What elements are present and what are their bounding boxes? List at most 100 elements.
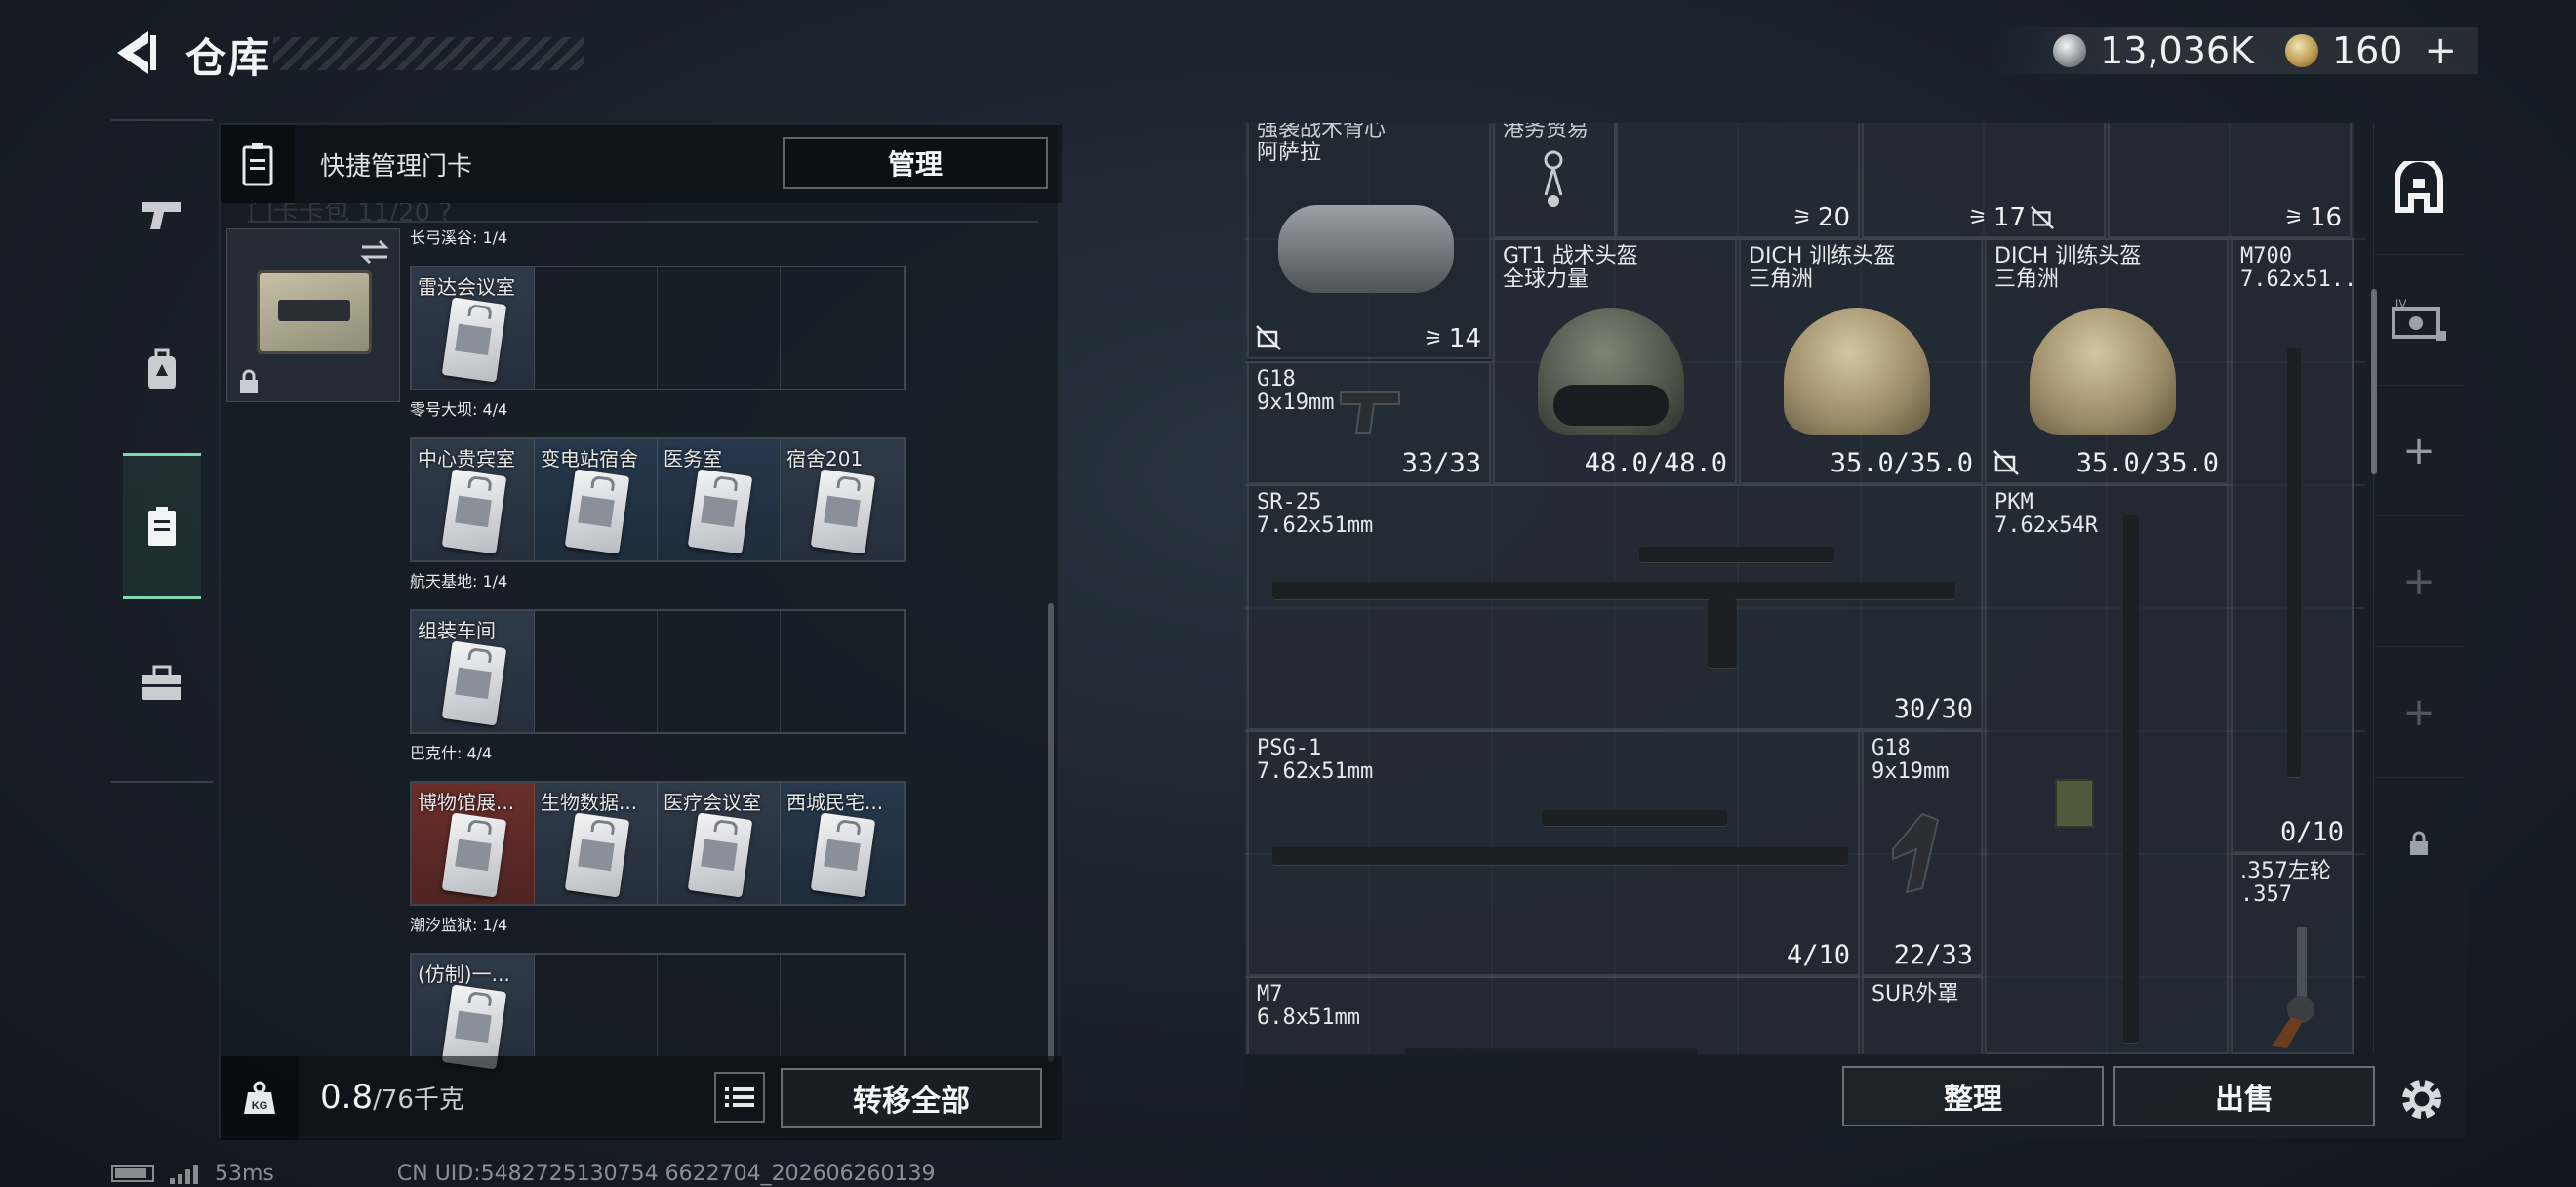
toolbox-icon xyxy=(142,665,181,700)
keycard-label: 西城民宅... xyxy=(786,791,884,814)
pistol-image xyxy=(1892,812,1940,894)
item-name: SR-25 xyxy=(1257,490,1322,514)
keycard-slot[interactable]: 宿舍201 xyxy=(781,439,904,560)
item-name: M7 xyxy=(1257,982,1283,1006)
keycard-slot-empty[interactable] xyxy=(658,611,781,732)
stash-item-psg1[interactable]: PSG-1 7.62x51mm 4/10 xyxy=(1247,730,1860,976)
panel-header: 快捷管理门卡 管理 xyxy=(221,125,1062,203)
keycard-label: 雷达会议室 xyxy=(418,275,515,299)
keycard-slot-empty[interactable] xyxy=(535,267,658,389)
keycard-slot[interactable]: 博物馆展... xyxy=(412,783,535,904)
nav-keycards[interactable] xyxy=(123,453,201,599)
stash-item-sur[interactable]: SUR外罩 xyxy=(1862,976,1983,1054)
ping-value: 53ms xyxy=(215,1161,274,1186)
item-name: 港务贸易 xyxy=(1503,123,1590,142)
stash-item-necklace[interactable]: 港务贸易 xyxy=(1493,123,1616,238)
helmet-image xyxy=(1538,308,1684,435)
weight-icon: KG xyxy=(244,1081,275,1114)
transfer-all-button[interactable]: 转移全部 xyxy=(781,1068,1042,1128)
status-bar: 53ms CN UID:5482725130754 6622704_202606… xyxy=(111,1160,936,1187)
keycard-case-slot[interactable] xyxy=(226,228,400,402)
stash-item-dich-helmet[interactable]: DICH 训练头盔 三角洲 35.0/35.0 xyxy=(1985,238,2229,484)
tab-add-3[interactable]: + xyxy=(2374,646,2464,777)
pistol-image xyxy=(1340,391,1400,434)
nav-backpack[interactable] xyxy=(123,297,201,443)
item-caliber: 7.62x54R xyxy=(1994,513,2098,538)
stash-item-dich-helmet[interactable]: DICH 训练头盔 三角洲 35.0/35.0 xyxy=(1739,238,1983,484)
stash-item-sr25[interactable]: SR-25 7.62x51mm 30/30 xyxy=(1247,484,1983,730)
helmet-image xyxy=(1784,308,1930,435)
panel-scrollbar[interactable] xyxy=(1048,603,1054,1062)
keycard-slot[interactable]: 医疗会议室 xyxy=(658,783,781,904)
tab-add-2[interactable]: + xyxy=(2374,515,2464,646)
tab-locked[interactable] xyxy=(2374,777,2464,908)
keycard-case-icon xyxy=(148,507,176,546)
item-ammo-count: 30/30 xyxy=(1893,694,1973,724)
region-slots: 组装车间 xyxy=(410,609,906,734)
ammo-box-icon: IV xyxy=(2392,297,2446,341)
nav-weapons[interactable] xyxy=(123,141,201,287)
tab-add-1[interactable]: + xyxy=(2374,385,2464,515)
tab-ammo-box[interactable]: IV xyxy=(2374,254,2464,385)
no-insure-icon xyxy=(1256,325,1281,350)
faint-subheader: 门卡卡包 11/20 ? xyxy=(248,203,1038,223)
keycard-slot[interactable]: 医务室 xyxy=(658,439,781,560)
add-currency-button[interactable]: + xyxy=(2424,28,2457,73)
sell-button[interactable]: 出售 xyxy=(2113,1066,2375,1126)
stash-item-gt1-helmet[interactable]: GT1 战术头盔 全球力量 48.0/48.0 xyxy=(1493,238,1737,484)
revolver-image xyxy=(2272,927,2314,1048)
stash-item-bag[interactable]: 强袭战术背心 阿萨拉 ⚞ 14 xyxy=(1247,123,1491,359)
keycard-slot[interactable]: 西城民宅... xyxy=(781,783,904,904)
stash-item-armor-b[interactable]: ⚞ 17 xyxy=(1862,123,2106,238)
keycard-slot-empty[interactable] xyxy=(535,611,658,732)
stash-item-pkm[interactable]: PKM 7.62x54R xyxy=(1985,484,2229,1054)
list-view-button[interactable] xyxy=(714,1072,765,1123)
keycard-slot[interactable]: 雷达会议室 xyxy=(412,267,535,389)
keycard-slot-empty[interactable] xyxy=(535,955,658,1056)
currency-bar: 13,036K 160 + xyxy=(1994,27,2478,74)
region-title: 零号大坝: 4/4 xyxy=(410,400,508,419)
item-name: PKM xyxy=(1994,490,2033,514)
stash-item-g18[interactable]: G18 9x19mm 33/33 xyxy=(1247,361,1491,484)
keycard-slot-empty[interactable] xyxy=(658,955,781,1056)
gold-amount: 160 xyxy=(2331,29,2403,72)
back-arrow-icon[interactable] xyxy=(109,27,158,78)
lock-icon xyxy=(2410,831,2428,855)
add-icon: + xyxy=(2402,428,2435,473)
keycard-slot-empty[interactable] xyxy=(781,267,904,389)
keycard-slot-empty[interactable] xyxy=(781,955,904,1056)
nav-toolbox[interactable] xyxy=(123,609,201,756)
item-ammo-count: 33/33 xyxy=(1401,448,1481,478)
keycard-label: (仿制)一... xyxy=(418,962,510,986)
list-icon xyxy=(725,1087,754,1107)
region-slots: (仿制)一... xyxy=(410,953,906,1070)
stash-item-m7[interactable]: M7 6.8x51mm xyxy=(1247,976,1860,1054)
stash-grid[interactable]: 强袭战术背心 阿萨拉 ⚞ 14 港务贸易 ⚞ 20 ⚞ 17 ⚞ 16 G18 9x19… xyxy=(1245,123,2365,1054)
tab-stash[interactable] xyxy=(2374,123,2464,254)
manage-button[interactable]: 管理 xyxy=(783,137,1048,189)
keycard-slot-empty[interactable] xyxy=(658,267,781,389)
keycard-slot[interactable]: 变电站宿舍 xyxy=(535,439,658,560)
stash-side-tabs: IV + + + xyxy=(2373,123,2464,1054)
keycard-slot[interactable]: 组装车间 xyxy=(412,611,535,732)
keycard-slot-empty[interactable] xyxy=(781,611,904,732)
magazine-image xyxy=(1708,599,1737,668)
item-tier: ⚞ 14 xyxy=(1424,324,1481,353)
stash-footer: 整理 出售 xyxy=(1245,1054,2467,1138)
stash-item-armor-a[interactable]: ⚞ 20 xyxy=(1616,123,1860,238)
stash-item-revolver[interactable]: .357左轮 .357 xyxy=(2231,853,2354,1054)
keycard-slot[interactable]: 生物数据... xyxy=(535,783,658,904)
keycard-image xyxy=(687,469,753,554)
swap-icon[interactable] xyxy=(358,237,391,266)
sort-button[interactable]: 整理 xyxy=(1842,1066,2104,1126)
stash-item-g18[interactable]: G18 9x19mm 22/33 xyxy=(1862,730,1983,976)
battery-icon xyxy=(111,1165,154,1182)
gear-icon[interactable] xyxy=(2396,1074,2447,1125)
keycard-slot[interactable]: 中心贵宾室 xyxy=(412,439,535,560)
keycard-slot[interactable]: (仿制)一... xyxy=(412,955,535,1070)
pistol-icon xyxy=(142,202,181,229)
stash-item-m700[interactable]: M700 7.62x51... 0/10 xyxy=(2231,238,2354,853)
item-tier: ⚞ 17 xyxy=(1968,203,2026,232)
add-icon: + xyxy=(2402,558,2435,604)
stash-item-armor-c[interactable]: ⚞ 16 xyxy=(2108,123,2352,238)
